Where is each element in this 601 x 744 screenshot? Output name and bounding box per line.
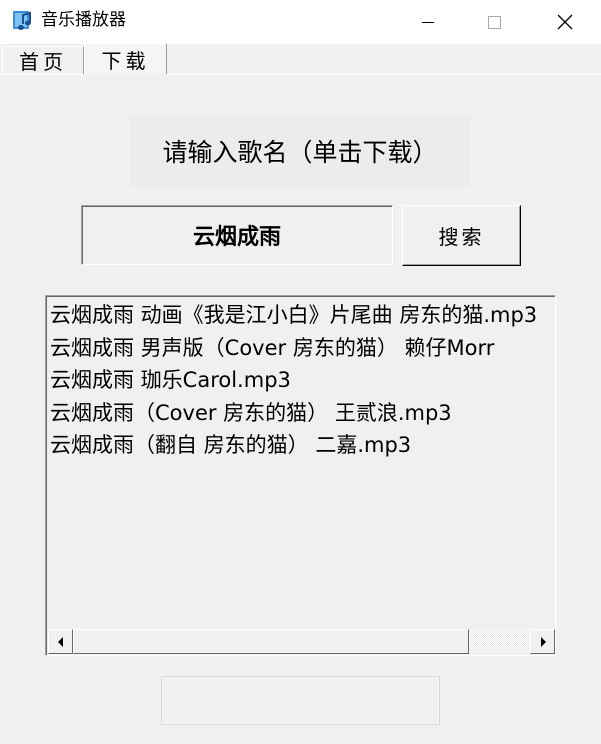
download-status-field bbox=[161, 676, 440, 725]
result-item[interactable]: 云烟成雨 男声版（Cover 房东的猫） 赖仔Morr bbox=[50, 332, 554, 365]
results-listbox[interactable]: 云烟成雨 动画《我是江小白》片尾曲 房东的猫.mp3 云烟成雨 男声版（Cove… bbox=[45, 295, 556, 656]
music-app-icon bbox=[13, 11, 31, 30]
close-icon bbox=[557, 14, 573, 30]
scroll-left-button[interactable] bbox=[48, 629, 73, 654]
maximize-button[interactable] bbox=[459, 0, 529, 44]
search-button[interactable]: 搜索 bbox=[402, 205, 521, 266]
tab-divider bbox=[0, 74, 84, 75]
close-button[interactable] bbox=[530, 0, 600, 44]
minimize-icon bbox=[422, 21, 434, 23]
tab-download[interactable]: 下载 bbox=[84, 43, 167, 74]
maximize-icon bbox=[487, 15, 501, 29]
result-item[interactable]: 云烟成雨 动画《我是江小白》片尾曲 房东的猫.mp3 bbox=[50, 299, 554, 332]
scroll-right-button[interactable] bbox=[530, 629, 555, 654]
scrollbar-thumb[interactable] bbox=[73, 629, 469, 654]
result-item[interactable]: 云烟成雨 珈乐Carol.mp3 bbox=[50, 364, 554, 397]
song-name-input[interactable] bbox=[81, 205, 393, 265]
tab-home[interactable]: 首页 bbox=[2, 46, 84, 74]
minimize-button[interactable] bbox=[393, 0, 463, 44]
arrow-left-icon bbox=[57, 636, 63, 647]
title-bar[interactable]: 音乐播放器 bbox=[0, 0, 601, 44]
tab-divider bbox=[167, 74, 601, 75]
result-item[interactable]: 云烟成雨（Cover 房东的猫） 王贰浪.mp3 bbox=[50, 397, 554, 430]
song-name-prompt: 请输入歌名（单击下载） bbox=[130, 116, 470, 186]
results-list: 云烟成雨 动画《我是江小白》片尾曲 房东的猫.mp3 云烟成雨 男声版（Cove… bbox=[50, 299, 554, 629]
window-title: 音乐播放器 bbox=[41, 10, 126, 30]
result-item[interactable]: 云烟成雨（翻自 房东的猫） 二嘉.mp3 bbox=[50, 429, 554, 462]
arrow-right-icon bbox=[540, 636, 546, 647]
app-window: 音乐播放器 首页 下载 请输入歌名（单击下载） 搜索 云烟成雨 动画《我是江小白… bbox=[0, 0, 601, 744]
horizontal-scrollbar[interactable] bbox=[48, 629, 555, 654]
